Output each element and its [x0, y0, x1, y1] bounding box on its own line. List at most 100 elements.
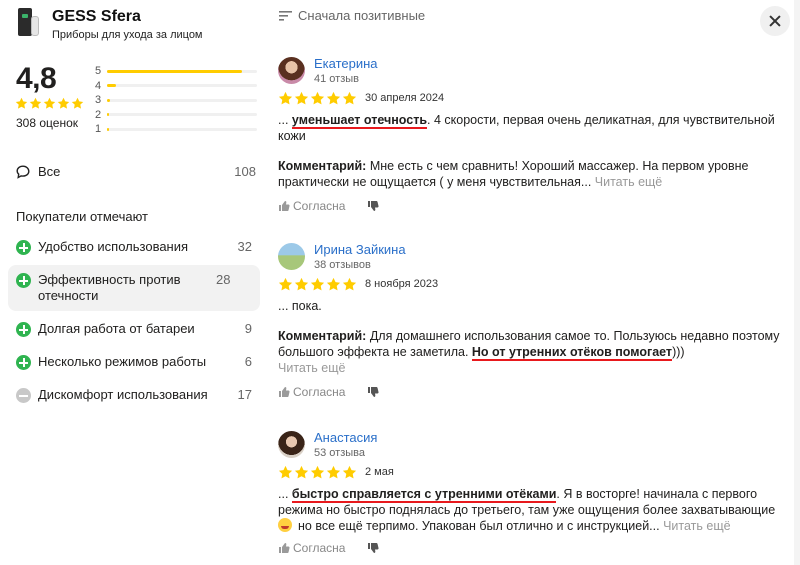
- avatar[interactable]: [278, 430, 305, 458]
- product-image: [16, 8, 42, 38]
- tag-label: Удобство использования: [38, 239, 189, 254]
- review-comment: Комментарий: Мне есть с чем сравнить! Хо…: [278, 159, 749, 189]
- star-icon: [342, 465, 357, 478]
- sort-icon: [279, 10, 292, 21]
- distribution-bar: [107, 69, 257, 73]
- review-card: Екатерина 41 отзыв 30 апреля 2024 ... ум…: [278, 54, 783, 213]
- avatar[interactable]: [278, 242, 305, 270]
- reviewer-name[interactable]: Анастасия: [314, 430, 377, 445]
- thumbs-up-icon: [279, 201, 290, 211]
- distribution-row[interactable]: 2: [95, 108, 265, 123]
- highlighted-phrase: уменьшает отечность: [291, 113, 428, 129]
- sort-dropdown[interactable]: Сначала позитивные: [279, 8, 425, 23]
- tag-list: Удобство использования 32 Эффективность …: [8, 232, 260, 413]
- minus-icon: [16, 388, 31, 403]
- distribution-fill: [107, 84, 116, 88]
- star-icon: [294, 91, 309, 104]
- rating-stars: [15, 97, 84, 110]
- star-icon: [71, 97, 84, 109]
- distribution-row[interactable]: 5: [95, 64, 265, 79]
- reviewer-name[interactable]: Екатерина: [314, 56, 378, 71]
- filter-all[interactable]: Все 108: [16, 164, 256, 179]
- thumbs-down-icon[interactable]: [367, 200, 379, 212]
- thumbs-down-icon[interactable]: [367, 386, 379, 398]
- distribution-fill: [107, 69, 242, 73]
- review-card: Анастасия 53 отзыва 2 мая ... быстро спр…: [278, 428, 783, 555]
- highlighted-phrase: Но от утренних отёков помогает: [471, 345, 673, 361]
- review-comment: Комментарий: Для домашнего использования…: [278, 329, 780, 375]
- distribution-label: 3: [95, 94, 102, 107]
- tag-label: Долгая работа от батареи: [38, 321, 195, 336]
- product-name[interactable]: GESS Sfera: [52, 8, 203, 26]
- review-text: ... пока.: [278, 299, 322, 313]
- agree-button[interactable]: Согласна: [278, 385, 345, 399]
- tag-item[interactable]: Несколько режимов работы 6: [8, 347, 260, 377]
- review-text: ... быстро справляется с утренними отёка…: [278, 487, 776, 533]
- review-stars: [278, 465, 357, 480]
- distribution-row[interactable]: 3: [95, 93, 265, 108]
- agree-button[interactable]: Согласна: [278, 199, 345, 213]
- distribution-row[interactable]: 1: [95, 122, 265, 137]
- distribution-row[interactable]: 4: [95, 79, 265, 94]
- distribution-label: 5: [95, 65, 102, 78]
- filter-all-count: 108: [234, 164, 256, 179]
- product-category: Приборы для ухода за лицом: [52, 29, 203, 41]
- distribution-label: 2: [95, 108, 102, 121]
- distribution-bar: [107, 98, 257, 102]
- review-stars: [278, 91, 357, 106]
- star-icon: [326, 91, 341, 104]
- agree-button[interactable]: Согласна: [278, 541, 345, 555]
- agree-label: Согласна: [293, 199, 346, 213]
- distribution-bar: [107, 127, 257, 131]
- star-icon: [294, 277, 309, 290]
- product-header[interactable]: GESS Sfera Приборы для ухода за лицом: [16, 8, 203, 41]
- emoji-icon: [278, 518, 292, 532]
- rating-count: 308 оценок: [16, 116, 78, 130]
- tag-count: 9: [244, 321, 252, 336]
- tag-item[interactable]: Дискомфорт использования 17: [8, 380, 260, 410]
- read-more-link[interactable]: Читать ещё: [278, 361, 345, 375]
- star-icon: [310, 465, 325, 478]
- star-icon: [342, 91, 357, 104]
- avatar[interactable]: [278, 56, 305, 84]
- star-icon: [278, 465, 293, 478]
- star-icon: [294, 465, 309, 478]
- tag-count: 32: [237, 239, 252, 254]
- star-icon: [326, 277, 341, 290]
- review-date: 8 ноября 2023: [365, 278, 439, 290]
- tag-label: Дискомфорт использования: [38, 387, 208, 402]
- review-card: Ирина Зайкина 38 отзывов 8 ноября 2023 .…: [278, 240, 783, 399]
- tag-count: 6: [244, 354, 252, 369]
- reviewer-count: 41 отзыв: [314, 72, 359, 85]
- scrollbar[interactable]: [794, 0, 800, 565]
- read-more-link[interactable]: Читать ещё: [660, 519, 730, 533]
- reviewer-name[interactable]: Ирина Зайкина: [314, 242, 406, 257]
- agree-label: Согласна: [293, 541, 346, 555]
- review-stars: [278, 277, 357, 292]
- agree-label: Согласна: [293, 385, 346, 399]
- rating-value: 4,8: [16, 62, 57, 95]
- star-icon: [310, 91, 325, 104]
- star-icon: [57, 97, 70, 109]
- summary-panel: GESS Sfera Приборы для ухода за лицом 4,…: [0, 0, 270, 565]
- chat-bubble-icon: [16, 164, 30, 179]
- thumbs-down-icon[interactable]: [367, 542, 379, 554]
- notes-title: Покупатели отмечают: [16, 209, 149, 224]
- star-icon: [342, 277, 357, 290]
- tag-item[interactable]: Долгая работа от батареи 9: [8, 314, 260, 344]
- tag-count: 28: [216, 272, 231, 287]
- plus-icon: [16, 273, 31, 288]
- tag-item[interactable]: Удобство использования 32: [8, 232, 260, 262]
- tag-label: Несколько режимов работы: [38, 354, 207, 369]
- thumbs-up-icon: [279, 387, 290, 397]
- star-icon: [15, 97, 28, 109]
- tag-item-selected[interactable]: Эффективность против отечности 28: [8, 265, 260, 311]
- star-icon: [43, 97, 56, 109]
- close-button[interactable]: [760, 6, 790, 36]
- sort-label: Сначала позитивные: [298, 8, 426, 23]
- review-date: 2 мая: [365, 466, 394, 478]
- distribution-label: 4: [95, 79, 102, 92]
- read-more-link[interactable]: Читать ещё: [591, 175, 662, 189]
- plus-icon: [16, 355, 31, 370]
- distribution-bar: [107, 113, 257, 117]
